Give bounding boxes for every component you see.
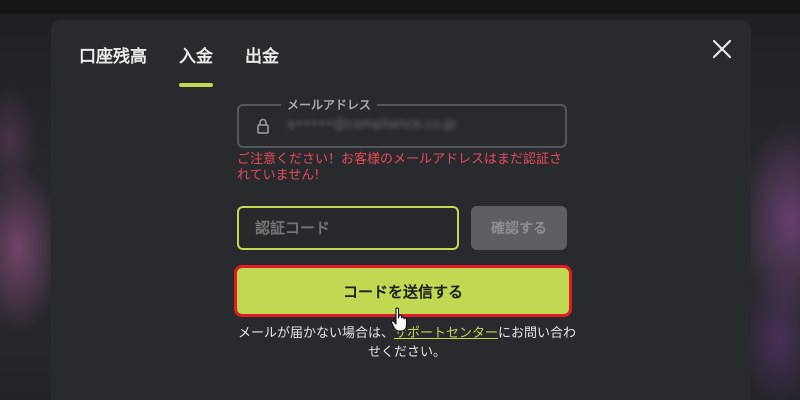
tab-bar: 口座残高 入金 出金 [79,42,279,87]
email-label: メールアドレス [281,96,378,113]
email-value: a•••••@compliance.co.jp [287,117,456,132]
tab-deposit[interactable]: 入金 [179,42,213,87]
email-field: メールアドレス a•••••@compliance.co.jp [237,96,567,148]
tab-balance[interactable]: 口座残高 [79,42,147,87]
confirm-button[interactable]: 確認する [471,206,567,250]
email-unverified-warning: ご注意ください！お客様のメールアドレスはまだ認証されていません! [237,152,563,183]
tab-withdraw[interactable]: 出金 [245,42,279,87]
lock-icon [257,118,269,138]
deposit-modal: 口座残高 入金 出金 メールアドレス a•••••@compliance.co.… [51,20,751,400]
help-prefix: メールが届かない場合は、 [237,326,394,341]
top-bar [0,0,800,14]
close-icon[interactable] [711,38,733,60]
hand-cursor-icon [390,307,410,337]
verification-code-input[interactable] [237,206,459,250]
